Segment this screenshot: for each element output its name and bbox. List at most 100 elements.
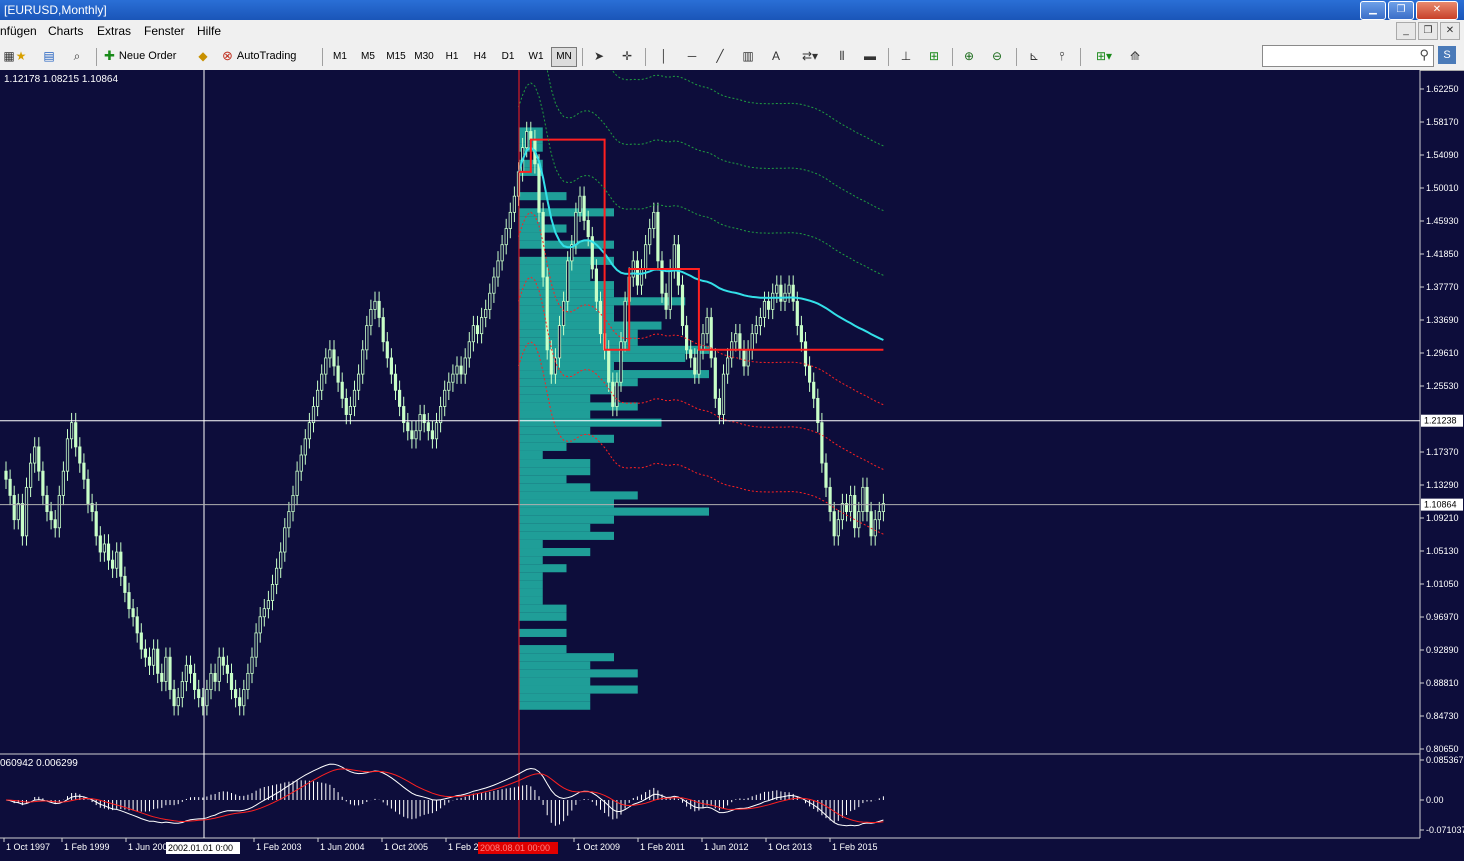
strategy-tester-icon[interactable]: ⌕	[68, 48, 86, 64]
price-label: 1.62250	[1426, 84, 1459, 94]
volume-profile-bar	[519, 580, 543, 589]
maximize-icon[interactable]: ❐	[1388, 1, 1414, 20]
candle-body	[721, 373, 726, 415]
menu-extras[interactable]: Extras	[97, 24, 131, 38]
mdi-restore-icon[interactable]: ❐	[1418, 22, 1438, 40]
candle-body	[471, 325, 476, 343]
bar-chart-icon[interactable]: ⫴	[833, 48, 851, 64]
channel-icon[interactable]: ▥	[739, 48, 757, 64]
candle-body	[238, 697, 242, 707]
candle-body	[143, 648, 147, 658]
timeframe-m30[interactable]: M30	[411, 47, 437, 67]
mdi-minimize-icon[interactable]: _	[1396, 22, 1416, 40]
menu-charts[interactable]: Charts	[48, 24, 83, 38]
toolbar-separator	[952, 48, 953, 66]
timeframe-d1[interactable]: D1	[495, 47, 521, 67]
indicator-readout: 060942 0.006299	[0, 758, 78, 769]
menu-window[interactable]: Fenster	[144, 24, 185, 38]
search-box[interactable]: ⚲	[1262, 45, 1434, 67]
volume-profile-bar	[519, 572, 543, 581]
chart-shift-icon[interactable]: ⊞	[925, 48, 943, 64]
volume-profile-bar	[519, 677, 591, 686]
timeframe-h4[interactable]: H4	[467, 47, 493, 67]
menu-help[interactable]: Hilfe	[197, 24, 221, 38]
candle-body	[328, 349, 332, 359]
candle-body	[131, 608, 135, 618]
horizontal-line-icon[interactable]: ─	[683, 48, 701, 64]
price-label: 1.50010	[1426, 183, 1459, 193]
candle-body	[775, 284, 779, 294]
shift-end-icon[interactable]: ⫯	[1053, 48, 1071, 64]
close-icon[interactable]: ✕	[1416, 1, 1458, 20]
candle-body	[840, 503, 845, 521]
timeframe-mn[interactable]: MN	[551, 47, 577, 67]
candle-body	[820, 422, 824, 464]
favorites-icon[interactable]: ★	[12, 48, 30, 64]
candle-body	[168, 656, 172, 690]
volume-profile-bar	[519, 273, 591, 282]
toolbar-separator	[1080, 48, 1081, 66]
timeframe-w1[interactable]: W1	[523, 47, 549, 67]
timeframe-m1[interactable]: M1	[327, 47, 353, 67]
cursor-icon[interactable]: ➤	[590, 48, 608, 64]
candle-body	[549, 349, 553, 375]
zoom-in-icon[interactable]: ⊕	[960, 48, 978, 64]
arrows-icon[interactable]: ⇄▾	[795, 48, 825, 64]
candle-body	[680, 284, 685, 326]
autotrading-button[interactable]: ⊗ AutoTrading	[222, 46, 296, 66]
mdi-close-icon[interactable]: ✕	[1440, 22, 1460, 40]
text-tool-icon[interactable]: A	[767, 48, 785, 64]
minimize-icon[interactable]: ▁	[1360, 1, 1386, 20]
crosshair-time-label: 2002.01.01 0:00	[168, 843, 233, 853]
time-label: 1 Oct 1997	[6, 842, 50, 852]
crosshair-icon[interactable]: ✛	[618, 48, 636, 64]
expert-advisor-icon[interactable]: ◆	[194, 48, 212, 64]
candle-body	[180, 681, 184, 699]
price-chart[interactable]: 1.62250 1.58170 1.54090 1.50010 1.45930 1.418…	[0, 0, 1464, 856]
navigator-icon[interactable]: ▤	[40, 48, 58, 64]
trendline-icon[interactable]: ╱	[711, 48, 729, 64]
price-label: 1.45930	[1426, 216, 1459, 226]
candle-body	[857, 511, 861, 529]
volume-profile-bar	[519, 418, 662, 427]
menu-insert[interactable]: nfügen	[0, 24, 37, 38]
candle-body	[582, 195, 586, 221]
search-icon[interactable]: ⚲	[1419, 47, 1429, 63]
candle-body	[225, 664, 229, 674]
chart-area[interactable]: 1.62250 1.58170 1.54090 1.50010 1.45930 1.418…	[0, 0, 1464, 856]
candle-body	[135, 616, 139, 634]
candle-chart-icon[interactable]: ▬	[861, 48, 879, 64]
candle-body	[361, 349, 365, 375]
autoscroll-icon[interactable]: ⊥	[897, 48, 915, 64]
vertical-line-icon[interactable]: │	[655, 48, 673, 64]
candle-body	[385, 341, 389, 359]
timeframe-m5[interactable]: M5	[355, 47, 381, 67]
periods-icon[interactable]: ⟰	[1126, 48, 1144, 64]
toolbar-separator	[1016, 48, 1017, 66]
volume-profile-bar	[519, 612, 567, 621]
price-label: 0.92890	[1426, 645, 1459, 655]
price-label: 1.05130	[1426, 546, 1459, 556]
candle-body	[639, 268, 644, 286]
scroll-end-icon[interactable]: ⊾	[1025, 48, 1043, 64]
signals-icon[interactable]: S	[1438, 46, 1456, 64]
zoom-out-icon[interactable]: ⊖	[988, 48, 1006, 64]
candle-body	[611, 381, 615, 407]
candle-body	[619, 341, 623, 383]
candle-body	[106, 543, 111, 561]
candle-body	[233, 689, 238, 699]
candle-body	[127, 592, 131, 610]
candle-body	[795, 300, 799, 326]
volume-profile-bar	[519, 531, 614, 540]
new-order-button[interactable]: ✚ Neue Order	[104, 46, 176, 66]
ohlc-readout: 1.12178 1.08215 1.10864	[4, 74, 118, 85]
timeframe-h1[interactable]: H1	[439, 47, 465, 67]
candle-body	[246, 672, 250, 690]
time-label: 1 Feb 1999	[64, 842, 110, 852]
indicators-icon[interactable]: ⊞▾	[1090, 48, 1118, 64]
candle-body	[787, 284, 791, 294]
candle-body	[508, 211, 512, 229]
candle-body	[74, 422, 78, 448]
timeframe-m15[interactable]: M15	[383, 47, 409, 67]
candle-body	[98, 535, 102, 553]
